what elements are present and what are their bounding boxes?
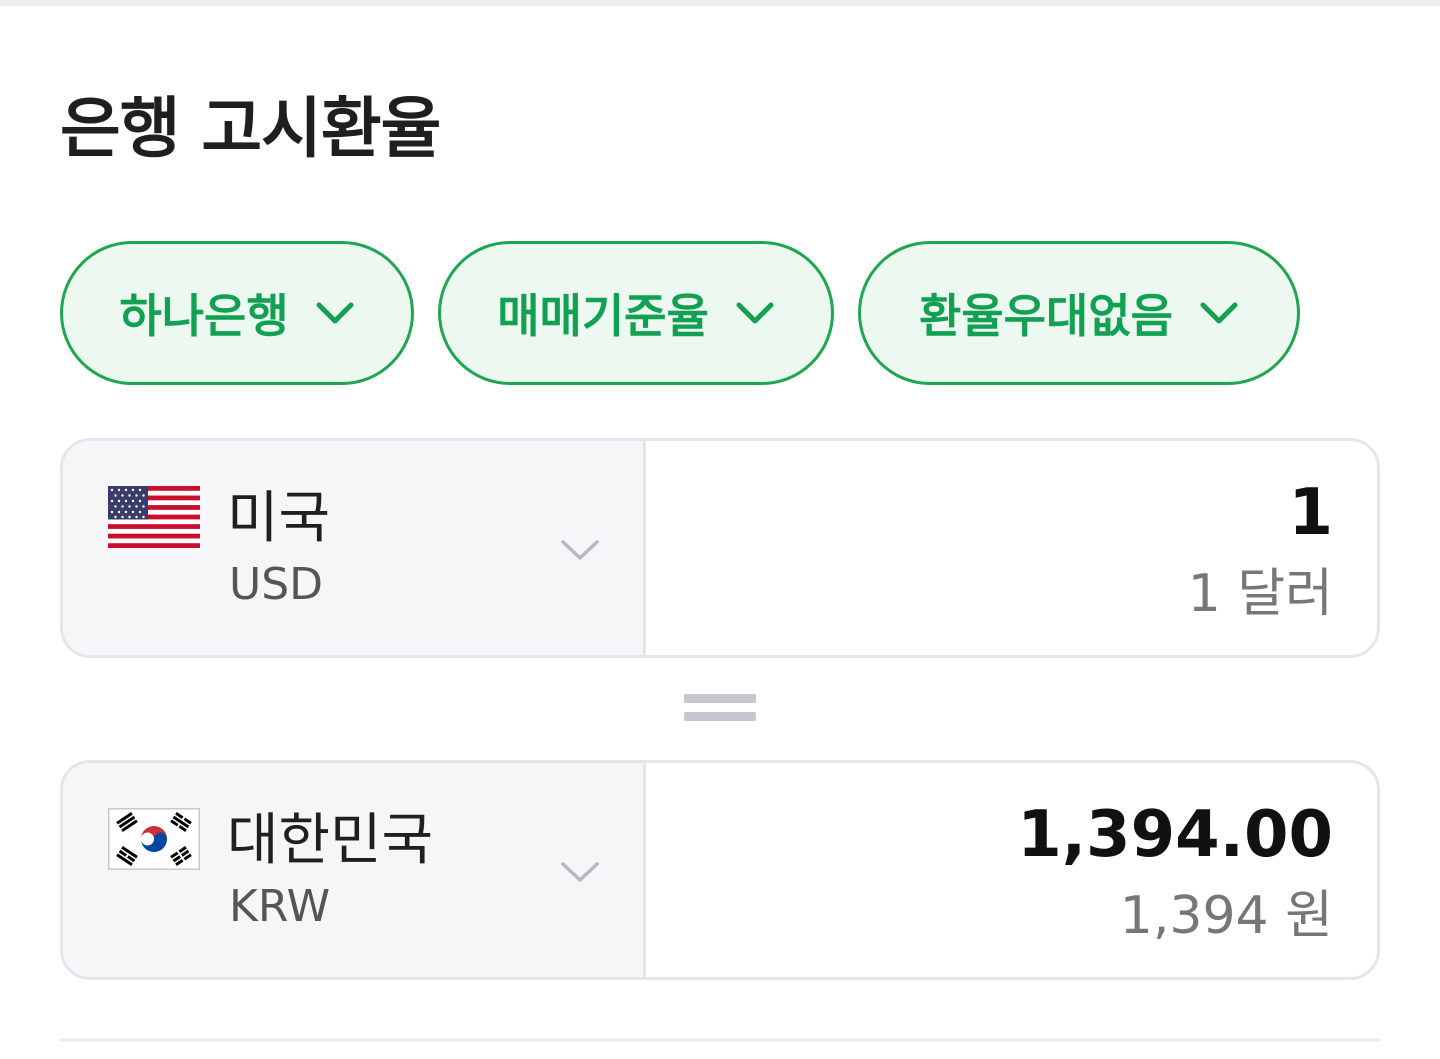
to-amount-text: 1,394 원	[1119, 886, 1333, 946]
bank-filter-label: 하나은행	[119, 289, 289, 343]
to-currency-country: 대한민국	[227, 808, 434, 873]
from-currency-code: USD	[229, 559, 324, 610]
bottom-divider	[60, 1038, 1380, 1042]
chevron-down-icon	[736, 302, 774, 324]
chevron-down-icon	[561, 540, 599, 560]
from-amount-value: 1	[1288, 476, 1333, 550]
chevron-down-icon	[1200, 302, 1238, 324]
to-currency-row: 대한민국 KRW 1,394.00 1,394 원	[60, 760, 1380, 980]
rate-type-filter-dropdown[interactable]: 매매기준율	[438, 241, 834, 385]
from-currency-row: 미국 USD 1 1 달러	[60, 438, 1380, 658]
equals-icon	[684, 690, 756, 726]
kr-flag-icon	[108, 808, 200, 870]
us-flag-icon	[108, 486, 200, 548]
page-title: 은행 고시환율	[60, 90, 441, 167]
to-amount-value: 1,394.00	[1017, 798, 1333, 872]
top-divider	[0, 0, 1440, 6]
to-amount-input[interactable]: 1,394.00 1,394 원	[646, 763, 1377, 977]
preferential-rate-filter-dropdown[interactable]: 환율우대없음	[858, 241, 1300, 385]
rate-type-filter-label: 매매기준율	[497, 289, 709, 343]
preferential-rate-filter-label: 환율우대없음	[919, 289, 1173, 343]
chevron-down-icon	[316, 302, 354, 324]
chevron-down-icon	[561, 862, 599, 882]
from-currency-select[interactable]: 미국 USD	[63, 441, 646, 655]
to-currency-select[interactable]: 대한민국 KRW	[63, 763, 646, 977]
from-currency-country: 미국	[227, 486, 331, 551]
from-amount-input[interactable]: 1 1 달러	[646, 441, 1377, 655]
bank-filter-dropdown[interactable]: 하나은행	[60, 241, 414, 385]
to-currency-code: KRW	[229, 881, 331, 932]
from-amount-text: 1 달러	[1187, 564, 1333, 624]
